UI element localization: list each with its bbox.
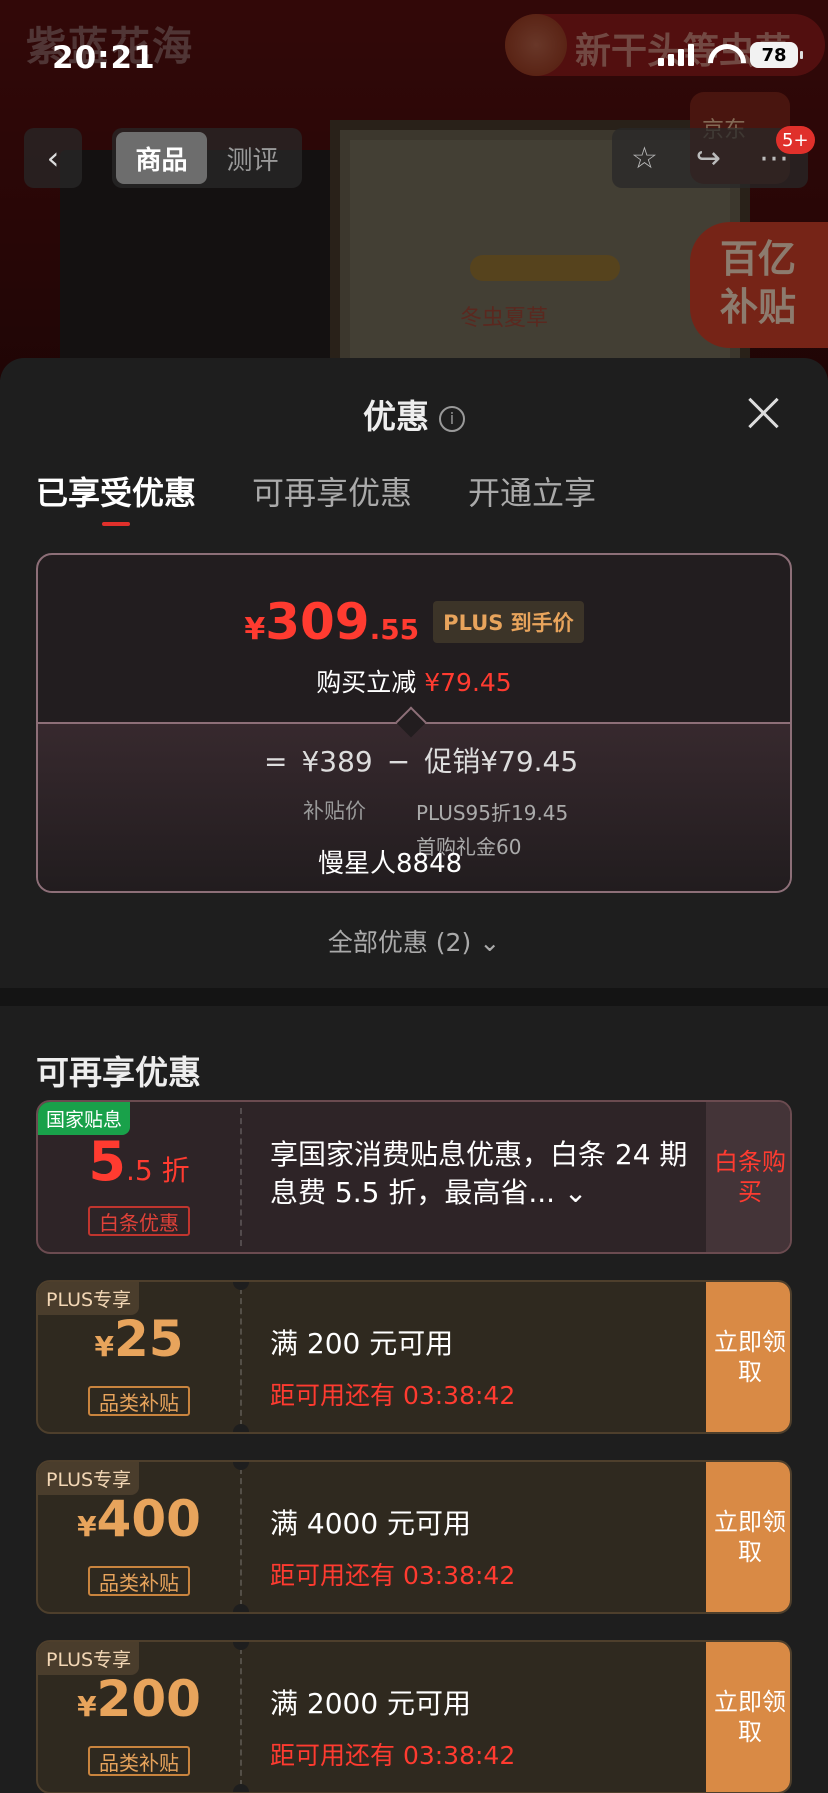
coupon-condition: 满 4000 元可用 <box>270 1507 472 1540</box>
chevron-down-icon: ⌄ <box>479 928 501 957</box>
plus-price-tag: PLUS 到手价 <box>433 601 584 643</box>
base-price-label: 补贴价 <box>303 799 366 823</box>
category-subsidy-tag: 品类补贴 <box>88 1746 190 1776</box>
tab-open-enjoy[interactable]: 开通立享 <box>468 468 596 514</box>
gov-subsidy-coupon: 国家贴息 5.5 折 白条优惠 享国家消费贴息优惠，白条 24 期息费 5.5 … <box>36 1100 792 1254</box>
star-icon[interactable]: ☆ <box>631 141 658 176</box>
info-icon[interactable]: i <box>439 405 465 432</box>
claim-coupon-button[interactable]: 立即领取 <box>706 1282 790 1432</box>
user-name: 慢星人8848 <box>318 849 463 879</box>
final-price: ¥ 309 .55 PLUS 到手价 <box>38 593 790 651</box>
close-icon[interactable] <box>746 396 780 430</box>
battery-icon: 78 <box>750 42 803 68</box>
tab-enjoyed[interactable]: 已享受优惠 <box>36 468 196 526</box>
status-icons: 78 <box>658 42 803 68</box>
coupon-amount: ¥400 <box>77 1490 201 1548</box>
coupon-condition: 满 200 元可用 <box>270 1327 454 1360</box>
coupon-countdown: 距可用还有 03:38:42 <box>270 1561 516 1590</box>
price-breakdown-card: ¥ 309 .55 PLUS 到手价 购买立减 ¥79.45 = ¥389 − … <box>36 553 792 893</box>
message-count-badge: 5+ <box>776 126 815 154</box>
instant-reduction: 购买立减 ¥79.45 <box>316 668 512 697</box>
coupon-countdown: 距可用还有 03:38:42 <box>270 1741 516 1770</box>
back-button[interactable]: ‹ <box>24 128 82 188</box>
discount-amount: 5.5 折 <box>88 1130 190 1193</box>
share-icon[interactable]: ↪ <box>696 141 721 176</box>
coupon-amount: ¥200 <box>77 1670 201 1728</box>
plus-coupon: PLUS专享 ¥400 品类补贴 满 4000 元可用 距可用还有 03:38:… <box>36 1460 792 1614</box>
baitiao-buy-button[interactable]: 白条购买 <box>706 1102 790 1252</box>
offer-tabs: 已享受优惠 可再享优惠 开通立享 <box>36 468 596 526</box>
tab-product[interactable]: 商品 <box>116 132 207 184</box>
tab-more-offers[interactable]: 可再享优惠 <box>252 468 412 514</box>
plus-coupon: PLUS专享 ¥200 品类补贴 满 2000 元可用 距可用还有 03:38:… <box>36 1640 792 1793</box>
sheet-title: 优惠 i <box>0 390 828 438</box>
chevron-left-icon: ‹ <box>46 139 60 177</box>
gov-subsidy-desc[interactable]: 享国家消费贴息优惠，白条 24 期息费 5.5 折，最高省... ⌄ <box>270 1136 690 1212</box>
price-formula: = ¥389 − 促销¥79.45 <box>264 745 579 778</box>
wifi-icon <box>708 44 736 66</box>
promo-detail-plus: PLUS95折19.45 <box>416 801 569 825</box>
baitiao-tag: 白条优惠 <box>88 1206 190 1236</box>
tab-review[interactable]: 测评 <box>207 132 298 184</box>
all-offers-toggle[interactable]: 全部优惠 (2) ⌄ <box>0 923 828 959</box>
offers-sheet: 优惠 i 已享受优惠 可再享优惠 开通立享 ¥ 309 .55 PLUS 到手价 … <box>0 358 828 1793</box>
section-title: 可再享优惠 <box>36 1053 201 1092</box>
claim-coupon-button[interactable]: 立即领取 <box>706 1462 790 1612</box>
coupon-countdown: 距可用还有 03:38:42 <box>270 1381 516 1410</box>
product-nav-tabs: 商品 测评 <box>112 128 302 188</box>
plus-coupon: PLUS专享 ¥25 品类补贴 满 200 元可用 距可用还有 03:38:42… <box>36 1280 792 1434</box>
claim-coupon-button[interactable]: 立即领取 <box>706 1642 790 1792</box>
signal-icon <box>658 44 694 66</box>
category-subsidy-tag: 品类补贴 <box>88 1386 190 1416</box>
coupon-amount: ¥25 <box>94 1310 184 1368</box>
status-time: 20:21 <box>52 40 156 76</box>
coupon-condition: 满 2000 元可用 <box>270 1687 472 1720</box>
category-subsidy-tag: 品类补贴 <box>88 1566 190 1596</box>
divider <box>0 988 828 1006</box>
